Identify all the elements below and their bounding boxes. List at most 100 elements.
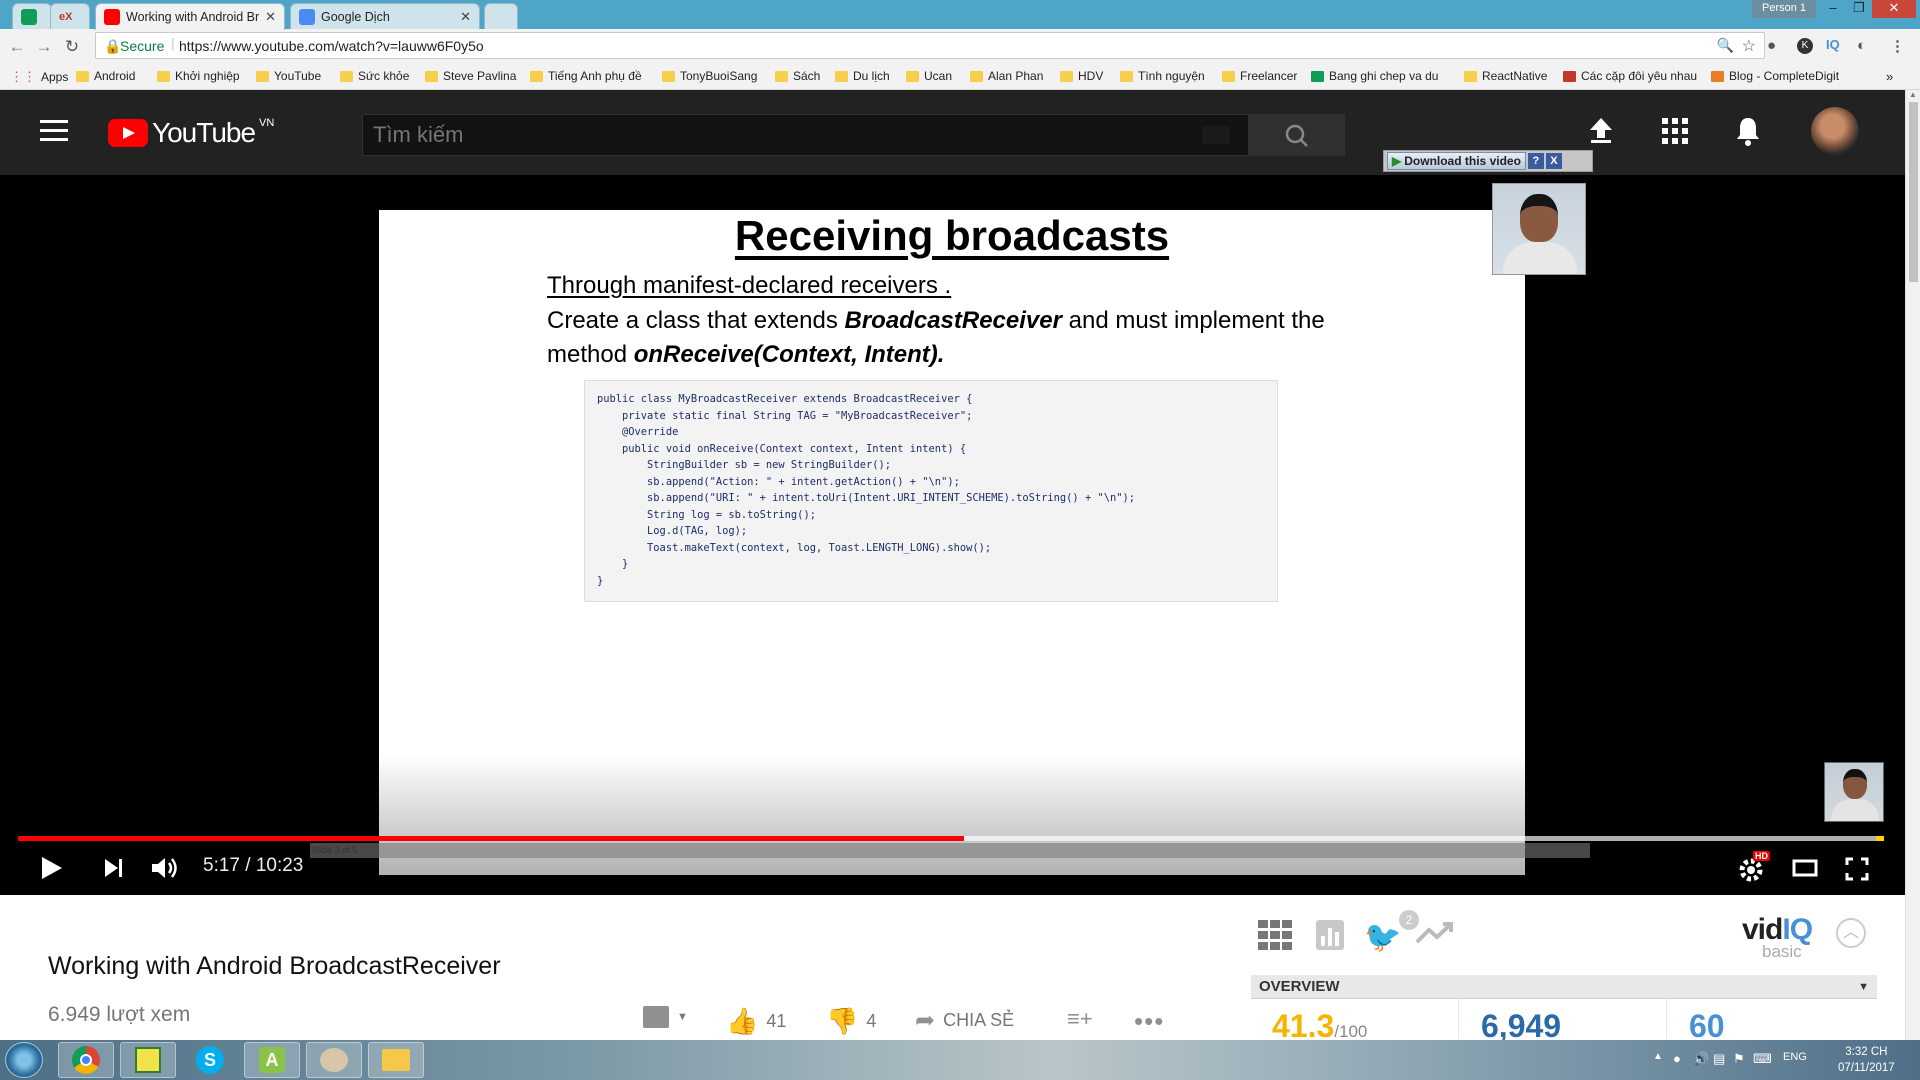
chrome-icon [72, 1046, 100, 1074]
bookmark-item[interactable]: HDV [1060, 69, 1103, 83]
folder-icon [835, 70, 848, 82]
bookmark-apps[interactable]: ⋮⋮ Apps [10, 69, 68, 85]
forward-icon[interactable]: → [33, 37, 55, 57]
progress-bar[interactable] [18, 836, 1884, 841]
start-button[interactable] [5, 1042, 43, 1078]
keyboard-icon[interactable] [1202, 126, 1230, 144]
tab-sheets[interactable] [12, 3, 52, 29]
taskbar-android-studio[interactable]: A [244, 1042, 300, 1078]
bookmark-item[interactable]: Alan Phan [970, 69, 1043, 83]
chevron-up-icon[interactable]: ︿ [1836, 918, 1866, 948]
bookmarks-overflow-icon[interactable]: » [1886, 69, 1893, 84]
add-to-queue-button[interactable]: ≡+ [1067, 1006, 1093, 1032]
menu-dots-icon[interactable]: ⋮ [1890, 37, 1905, 55]
input-language[interactable]: ENG [1783, 1051, 1807, 1063]
bookmark-item[interactable]: Sách [775, 69, 820, 83]
extension-icon[interactable]: ● [1767, 37, 1776, 54]
youtube-play-logo-icon [108, 119, 148, 147]
more-actions-button[interactable]: ••• [1134, 1006, 1164, 1037]
slide-title-text: Receiving broadcasts [734, 212, 1170, 259]
extension-grey-icon[interactable]: ◐ [1857, 37, 1866, 54]
avatar[interactable] [1811, 107, 1859, 155]
scroll-up-icon[interactable]: ▲ [1909, 90, 1917, 99]
trending-icon[interactable] [1415, 920, 1455, 954]
bookmark-item[interactable]: ReactNative [1464, 69, 1547, 83]
bookmark-item[interactable]: Freelancer [1222, 69, 1297, 83]
bookmark-item[interactable]: TonyBuoiSang [662, 69, 757, 83]
add-playlist-dropdown[interactable]: ▼ [643, 1006, 688, 1028]
tray-expand-icon[interactable]: ▲ [1653, 1051, 1663, 1062]
upload-icon[interactable] [1588, 116, 1614, 151]
back-icon[interactable]: ← [6, 37, 28, 57]
restore-icon[interactable]: ❐ [1846, 0, 1872, 18]
theater-mode-icon[interactable] [1792, 859, 1818, 882]
share-arrow-icon: ➦ [915, 1007, 936, 1034]
play-icon[interactable] [40, 855, 64, 886]
bookmark-item[interactable]: Bang ghi chep va du [1311, 69, 1438, 83]
bookmark-star-icon[interactable]: ☆ [1742, 36, 1756, 56]
scrollbar-thumb[interactable] [1909, 102, 1918, 282]
tray-skype-icon[interactable]: ● [1673, 1051, 1681, 1066]
minimize-icon[interactable]: – [1820, 0, 1846, 18]
twitter-icon[interactable]: 🐦 [1364, 920, 1401, 955]
bookmark-item[interactable]: Sức khỏe [340, 69, 409, 83]
bookmark-item[interactable]: YouTube [256, 69, 321, 83]
zoom-icon[interactable]: 🔍 [1717, 37, 1734, 54]
vidiq-grid-icon[interactable] [1258, 920, 1292, 958]
new-tab-button[interactable] [484, 3, 518, 29]
taskbar-chart-app[interactable] [120, 1042, 176, 1078]
taskbar-chrome[interactable] [58, 1042, 114, 1078]
extension-k-icon[interactable]: K [1797, 38, 1813, 54]
reload-icon[interactable]: ↻ [61, 37, 83, 57]
search-box[interactable] [362, 114, 1249, 156]
flag-icon[interactable]: ⚑ [1733, 1051, 1745, 1067]
like-button[interactable]: 👍 41 [726, 1006, 786, 1037]
taskbar-skype[interactable]: S [182, 1042, 238, 1078]
close-tab-icon[interactable]: ✕ [460, 9, 471, 25]
dislike-button[interactable]: 👎 4 [826, 1006, 876, 1037]
share-button[interactable]: ➦ CHIA SẺ [915, 1006, 1014, 1035]
apps-grid-icon[interactable] [1662, 118, 1688, 151]
youtube-logo[interactable]: YouTube VN [108, 117, 274, 148]
tab-google-translate[interactable]: Google Dịch ✕ [290, 3, 480, 29]
bookmark-item[interactable]: Khởi nghiệp [157, 69, 240, 83]
vidiq-extension-icon[interactable]: IQ [1826, 37, 1840, 52]
taskbar-explorer[interactable] [368, 1042, 424, 1078]
bookmark-item[interactable]: Tình nguyện [1120, 69, 1205, 83]
profile-button[interactable]: Person 1 [1752, 0, 1817, 18]
taskbar-paint[interactable] [306, 1042, 362, 1078]
close-tab-icon[interactable]: ✕ [265, 9, 276, 25]
bookmark-item[interactable]: Các cặp đôi yêu nhau [1563, 69, 1697, 83]
close-window-icon[interactable]: ✕ [1872, 0, 1916, 18]
tab-ex[interactable]: eX [50, 3, 90, 29]
slide-emphasis: BroadcastReceiver [844, 307, 1062, 334]
close-icon[interactable]: X [1545, 153, 1562, 169]
system-clock[interactable]: 3:32 CH 07/11/2017 [1838, 1044, 1895, 1076]
tab-youtube-active[interactable]: Working with Android Br ✕ [95, 3, 285, 30]
download-video-button[interactable]: ▶ Download this video [1387, 152, 1526, 170]
chevron-down-icon: ▼ [1858, 981, 1869, 993]
bookmark-item[interactable]: Ucan [906, 69, 952, 83]
video-player[interactable]: Receiving broadcasts Through manifest-de… [0, 150, 1905, 895]
bookmark-item[interactable]: Android [76, 69, 135, 83]
bookmark-item[interactable]: Steve Pavlina [425, 69, 516, 83]
next-icon[interactable] [103, 857, 125, 884]
language-bar-icon[interactable]: ⌨ [1753, 1051, 1772, 1067]
notifications-bell-icon[interactable] [1735, 116, 1761, 153]
settings-gear-icon[interactable]: HD [1738, 851, 1770, 888]
address-bar[interactable]: 🔒 Secure | https://www.youtube.com/watch… [95, 32, 1765, 59]
vidiq-overview-header[interactable]: OVERVIEW ▼ [1251, 975, 1877, 999]
volume-tray-icon[interactable]: 🔊 [1693, 1051, 1709, 1067]
hamburger-menu-icon[interactable] [40, 120, 68, 142]
search-button[interactable] [1249, 114, 1345, 156]
page-scrollbar[interactable]: ▲ [1905, 90, 1920, 1040]
volume-icon[interactable] [150, 855, 182, 886]
network-icon[interactable]: ▤ [1713, 1051, 1725, 1067]
search-input[interactable] [363, 115, 1248, 155]
bookmark-item[interactable]: Tiếng Anh phụ đề [530, 69, 642, 83]
bookmark-item[interactable]: Blog - CompleteDigit [1711, 69, 1839, 83]
fullscreen-icon[interactable] [1845, 857, 1869, 886]
bookmark-item[interactable]: Du lịch [835, 69, 890, 83]
help-icon[interactable]: ? [1527, 153, 1544, 169]
vidiq-chart-icon[interactable] [1316, 920, 1344, 958]
